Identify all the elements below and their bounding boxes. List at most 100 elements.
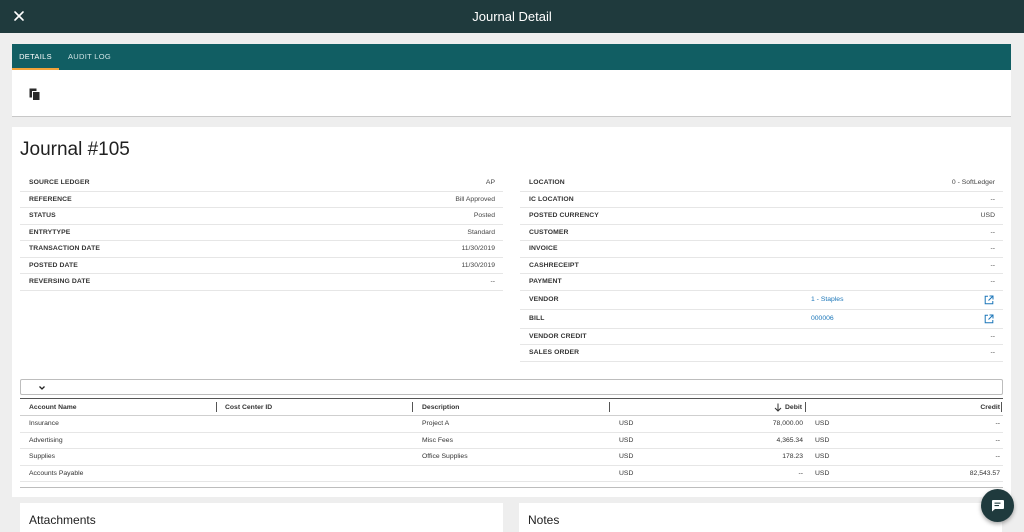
prop-label: TRANSACTION DATE [29,245,100,252]
cell-debit-currency: USD [619,453,634,460]
bill-link[interactable]: 000006 [811,315,834,322]
column-resize-handle[interactable] [412,402,413,412]
chevron-down-icon[interactable] [37,383,47,393]
prop-reference: REFERENCE Bill Approved [20,192,503,208]
actions-toolbar [12,70,1011,117]
journal-card: Journal #105 SOURCE LEDGER AP REFERENCE … [12,127,1011,497]
chat-icon [992,500,1004,512]
table-row[interactable]: Accounts Payable USD -- USD 82,543.57 [20,466,1003,482]
prop-value: -- [990,278,995,285]
prop-label: CUSTOMER [529,228,569,236]
cell-account: Advertising [29,436,63,444]
cell-credit-currency: USD [815,420,830,427]
col-credit[interactable]: Credit [980,404,1000,411]
prop-label: PAYMENT [529,278,562,285]
grid-toolbar [20,379,1003,395]
column-resize-handle[interactable] [805,402,806,412]
prop-label: INVOICE [529,245,558,252]
attachments-card: Attachments [20,503,503,532]
prop-label: ENTRYTYPE [29,228,71,236]
prop-posted-date: POSTED DATE 11/30/2019 [20,258,503,274]
vendor-link[interactable]: 1 - Staples [811,296,844,303]
prop-value: -- [990,332,995,340]
cell-debit-currency: USD [619,420,634,427]
prop-posted-currency: POSTED CURRENCY USD [520,208,1003,225]
cell-debit-currency: USD [619,436,634,444]
column-resize-handle[interactable] [1001,402,1002,412]
grid-header: Account Name Cost Center ID Description … [20,398,1003,416]
cell-account: Accounts Payable [29,469,84,477]
prop-label: SOURCE LEDGER [29,179,90,186]
prop-vendor: VENDOR 1 - Staples [520,291,1003,310]
open-in-new-icon[interactable] [984,295,994,305]
col-cost-center[interactable]: Cost Center ID [225,404,272,411]
prop-value: Bill Approved [455,195,495,203]
prop-value: 0 - SoftLedger [951,179,995,186]
prop-customer: CUSTOMER -- [520,225,1003,241]
prop-ic-location: IC LOCATION -- [520,192,1003,208]
cell-credit-currency: USD [815,453,830,460]
prop-bill: BILL 000006 [520,310,1003,329]
prop-status: STATUS Posted [20,208,503,225]
tab-details[interactable]: DETAILS [12,44,59,70]
prop-value: Standard [467,228,495,236]
page-title: Journal Detail [472,9,552,24]
cell-debit: 4,365.34 [776,436,803,444]
prop-value: 11/30/2019 [461,245,495,252]
notes-card: Notes [519,503,1002,532]
prop-value: AP [485,179,495,186]
cell-description: Office Supplies [422,453,468,460]
prop-label: LOCATION [529,179,565,186]
tab-audit-log[interactable]: AUDIT LOG [68,44,111,70]
col-debit[interactable]: Debit [785,404,802,411]
cell-description: Project A [422,420,450,427]
notes-title: Notes [528,513,560,527]
prop-label: POSTED DATE [29,261,78,269]
prop-value: Posted [473,212,495,219]
prop-vendor-credit: VENDOR CREDIT -- [520,329,1003,345]
prop-payment: PAYMENT -- [520,274,1003,291]
journal-title: Journal #105 [20,139,130,160]
cell-debit: 78,000.00 [772,420,803,427]
arrow-down-icon[interactable] [774,403,782,412]
prop-value: -- [990,245,995,252]
column-resize-handle[interactable] [216,402,217,412]
tab-bar: DETAILS AUDIT LOG [12,44,1011,70]
prop-label: VENDOR [529,295,559,303]
prop-transaction-date: TRANSACTION DATE 11/30/2019 [20,241,503,258]
cell-credit-currency: USD [815,436,830,444]
cell-credit: -- [995,436,1000,444]
column-resize-handle[interactable] [609,402,610,412]
cell-debit: -- [798,469,803,477]
prop-label: REVERSING DATE [29,278,91,285]
col-description[interactable]: Description [422,404,459,411]
prop-value: USD [980,212,995,219]
journal-lines-grid: Account Name Cost Center ID Description … [20,379,1003,488]
table-row[interactable]: Supplies Office Supplies USD 178.23 USD … [20,449,1003,466]
attachments-title: Attachments [29,513,96,527]
prop-value: -- [990,261,995,269]
prop-value: -- [990,349,995,356]
open-in-new-icon[interactable] [984,314,994,324]
table-row[interactable]: Insurance Project A USD 78,000.00 USD -- [20,416,1003,433]
table-row[interactable]: Advertising Misc Fees USD 4,365.34 USD -… [20,433,1003,449]
prop-label: BILL [529,314,545,322]
prop-value: -- [490,278,495,285]
prop-value: 11/30/2019 [461,261,495,269]
cell-debit: 178.23 [782,453,803,460]
col-account-name[interactable]: Account Name [29,404,77,411]
prop-value: -- [990,195,995,203]
prop-label: SALES ORDER [529,349,580,356]
cell-credit: -- [995,420,1000,427]
right-properties: LOCATION 0 - SoftLedger IC LOCATION -- P… [520,175,1003,362]
prop-label: REFERENCE [29,195,72,203]
app-header: Journal Detail [0,0,1024,33]
prop-location: LOCATION 0 - SoftLedger [520,175,1003,192]
copy-icon[interactable] [29,88,41,101]
chat-button[interactable] [981,489,1014,522]
prop-label: POSTED CURRENCY [529,212,599,219]
prop-label: STATUS [29,212,56,219]
cell-credit: 82,543.57 [969,469,1000,477]
prop-reversing-date: REVERSING DATE -- [20,274,503,291]
cell-credit: -- [995,453,1000,460]
